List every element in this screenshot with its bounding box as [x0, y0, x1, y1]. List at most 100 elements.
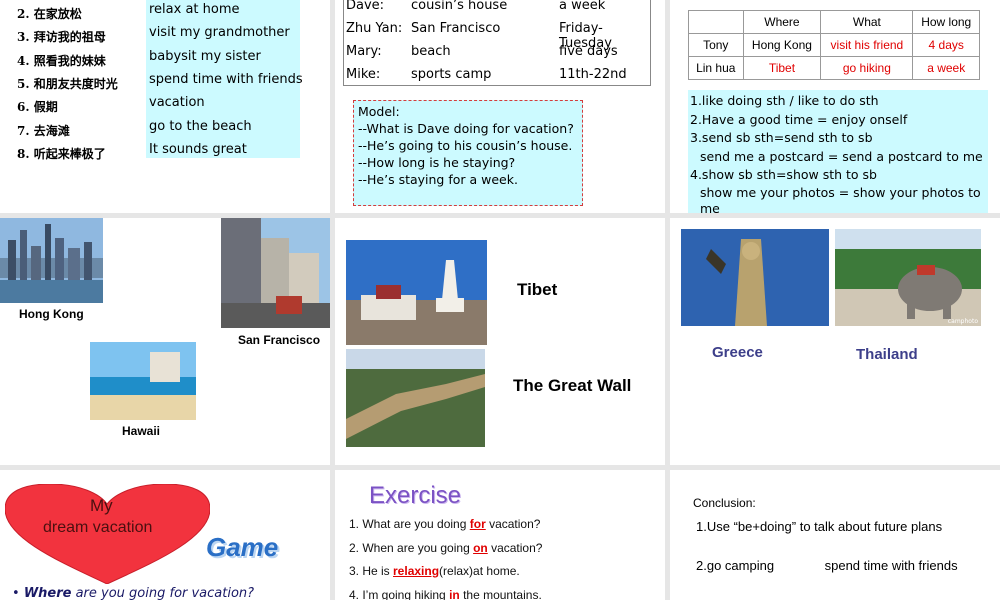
- table-cell: Mike:: [346, 67, 381, 82]
- chinese-phrase: 7. 去海滩: [17, 123, 70, 138]
- tibet-label: Tibet: [517, 280, 558, 299]
- chinese-phrase: 4. 照看我的妹妹: [17, 53, 106, 68]
- table-cell: visit his friend: [820, 33, 914, 57]
- slide-conversation-table: Where What How long Tony Hong Kong visit…: [670, 0, 1000, 213]
- conclusion-item: 2.go camping spend time with friends: [696, 558, 958, 573]
- note-line: 4.show sb sth=show sth to sb: [690, 167, 877, 182]
- table-cell: 11th-22nd: [559, 67, 627, 82]
- table-cell: a week: [912, 56, 980, 80]
- exercise-answer: for: [469, 517, 486, 531]
- english-phrase: visit my grandmother: [149, 25, 290, 41]
- slide-places-photos: Hong Kong San Francisco Hawaii: [0, 218, 330, 465]
- exercise-text: 1. What are you doing: [349, 517, 470, 531]
- greece-label: Greece: [712, 344, 763, 361]
- slide-greece-thailand: camphoto Greece Thailand: [670, 218, 1000, 465]
- exercise-answer: on: [473, 540, 488, 555]
- table-cell: Tibet: [742, 56, 822, 80]
- table-cell: five days: [559, 44, 618, 59]
- hong-kong-label: Hong Kong: [19, 307, 84, 321]
- english-phrase: spend time with friends: [149, 71, 303, 87]
- exercise-text: 4. I’m going hiking: [349, 587, 450, 600]
- note-line: 2.Have a good time = enjoy onself: [690, 111, 908, 127]
- table-cell: Dave:: [346, 0, 385, 13]
- exercise-text: (relax)at home.: [439, 564, 520, 578]
- table-cell: cousin’s house: [411, 0, 508, 13]
- vacation-table: Dave: cousin’s house a week Zhu Yan: San Fra…: [343, 0, 651, 86]
- model-line: --He’s staying for a week.: [358, 172, 518, 187]
- table-header: Where: [742, 10, 822, 34]
- note-line: send me a postcard = send a postcard to …: [700, 148, 983, 164]
- exercise-answer: in: [449, 587, 460, 600]
- model-box: Model: --What is Dave doing for vacation…: [353, 100, 583, 206]
- table-cell: Zhu Yan:: [346, 21, 403, 36]
- table-row: Lin hua Tibet go hiking a week: [688, 56, 980, 80]
- exercise-item: 3. He is relaxing(relax)at home.: [349, 564, 520, 578]
- model-line: --What is Dave doing for vacation?: [358, 121, 574, 136]
- exercise-text: the mountains.: [459, 587, 542, 600]
- greece-photo: [681, 229, 829, 326]
- question-text: Where are you going for vacation?: [24, 586, 254, 600]
- hong-kong-photo: [0, 218, 103, 303]
- table-row: Tony Hong Kong visit his friend 4 days: [688, 33, 980, 57]
- slide-vacation-table: Dave: cousin’s house a week Zhu Yan: San Fra…: [335, 0, 665, 213]
- table-cell: beach: [411, 44, 451, 59]
- thailand-label: Thailand: [856, 346, 918, 363]
- exercise-text: 2. When are you going: [349, 540, 474, 555]
- san-francisco-photo: [221, 218, 330, 328]
- table-cell: sports camp: [411, 67, 492, 82]
- table-cell: a week: [559, 0, 606, 13]
- english-phrase: vacation: [149, 95, 205, 111]
- english-phrase: babysit my sister: [149, 48, 261, 64]
- grammar-notes: 1.like doing sth / like to do sth 2.Have…: [688, 90, 988, 213]
- table-cell: go hiking: [820, 56, 914, 80]
- model-line: --He’s going to his cousin’s house.: [358, 138, 573, 153]
- heart-line1: My: [90, 496, 113, 515]
- note-line: 3.send sb sth=send sth to sb: [690, 130, 873, 145]
- exercise-item: 2. When are you going on vacation?: [349, 541, 542, 555]
- photo-watermark: camphoto: [947, 318, 978, 325]
- exercise-item: 1. What are you doing for vacation?: [349, 517, 540, 531]
- slide-dream-vacation: My dream vacation Game • Where are you g…: [0, 470, 330, 600]
- chinese-phrase: 6. 假期: [17, 100, 58, 115]
- question-keyword: Where: [23, 586, 72, 600]
- table-cell: Tony: [688, 33, 744, 57]
- table-cell: 4 days: [912, 33, 980, 57]
- great-wall-label: The Great Wall: [513, 376, 632, 395]
- conclusion-title: Conclusion:: [693, 496, 756, 510]
- english-phrase: go to the beach: [149, 118, 252, 134]
- hawaii-photo: [90, 342, 196, 420]
- note-line: show me your photos = show your photos t…: [700, 184, 981, 214]
- table-header: [688, 10, 744, 34]
- tibet-photo: [346, 240, 487, 345]
- model-title: Model:: [358, 104, 400, 119]
- chinese-phrase: 2. 在家放松: [17, 7, 82, 21]
- heart-line2: dream vacation: [43, 519, 153, 536]
- table-cell: Hong Kong: [742, 33, 822, 57]
- conclusion-item: 1.Use “be+doing” to talk about future pl…: [696, 519, 943, 534]
- game-wordart: Game: [206, 532, 279, 562]
- exercise-answer: relaxing: [393, 564, 440, 578]
- question-line: • Where are you going for vacation?: [12, 586, 255, 600]
- table-cell: Lin hua: [688, 56, 744, 80]
- exercise-title: Exercise: [369, 482, 462, 509]
- slide-exercise: Exercise 1. What are you doing for vacat…: [335, 470, 665, 600]
- question-rest: are you going for vacation?: [71, 586, 255, 600]
- slide-tibet-greatwall: Tibet The Great Wall: [335, 218, 665, 465]
- slide-conclusion: Conclusion: 1.Use “be+doing” to talk abo…: [670, 470, 1000, 600]
- exercise-text: 3. He is: [349, 564, 394, 578]
- table-header: What: [820, 10, 914, 34]
- thailand-photo: camphoto: [835, 229, 981, 326]
- english-phrase: It sounds great: [149, 141, 247, 157]
- where-what-table: Where What How long Tony Hong Kong visit…: [688, 10, 980, 80]
- chinese-phrase: 3. 拜访我的祖母: [17, 30, 106, 45]
- model-line: --How long is he staying?: [358, 155, 516, 170]
- great-wall-photo: [346, 349, 485, 447]
- english-phrase: relax at home: [149, 2, 240, 17]
- table-header: How long: [912, 10, 980, 34]
- exercise-text: vacation?: [487, 540, 543, 555]
- slide-phrases: 2. 在家放松 relax at home 3. 拜访我的祖母 visit my gr…: [0, 0, 330, 213]
- note-line: 1.like doing sth / like to do sth: [690, 93, 879, 108]
- table-cell: San Francisco: [411, 21, 501, 36]
- chinese-phrase: 5. 和朋友共度时光: [17, 76, 118, 91]
- exercise-text: vacation?: [485, 517, 541, 531]
